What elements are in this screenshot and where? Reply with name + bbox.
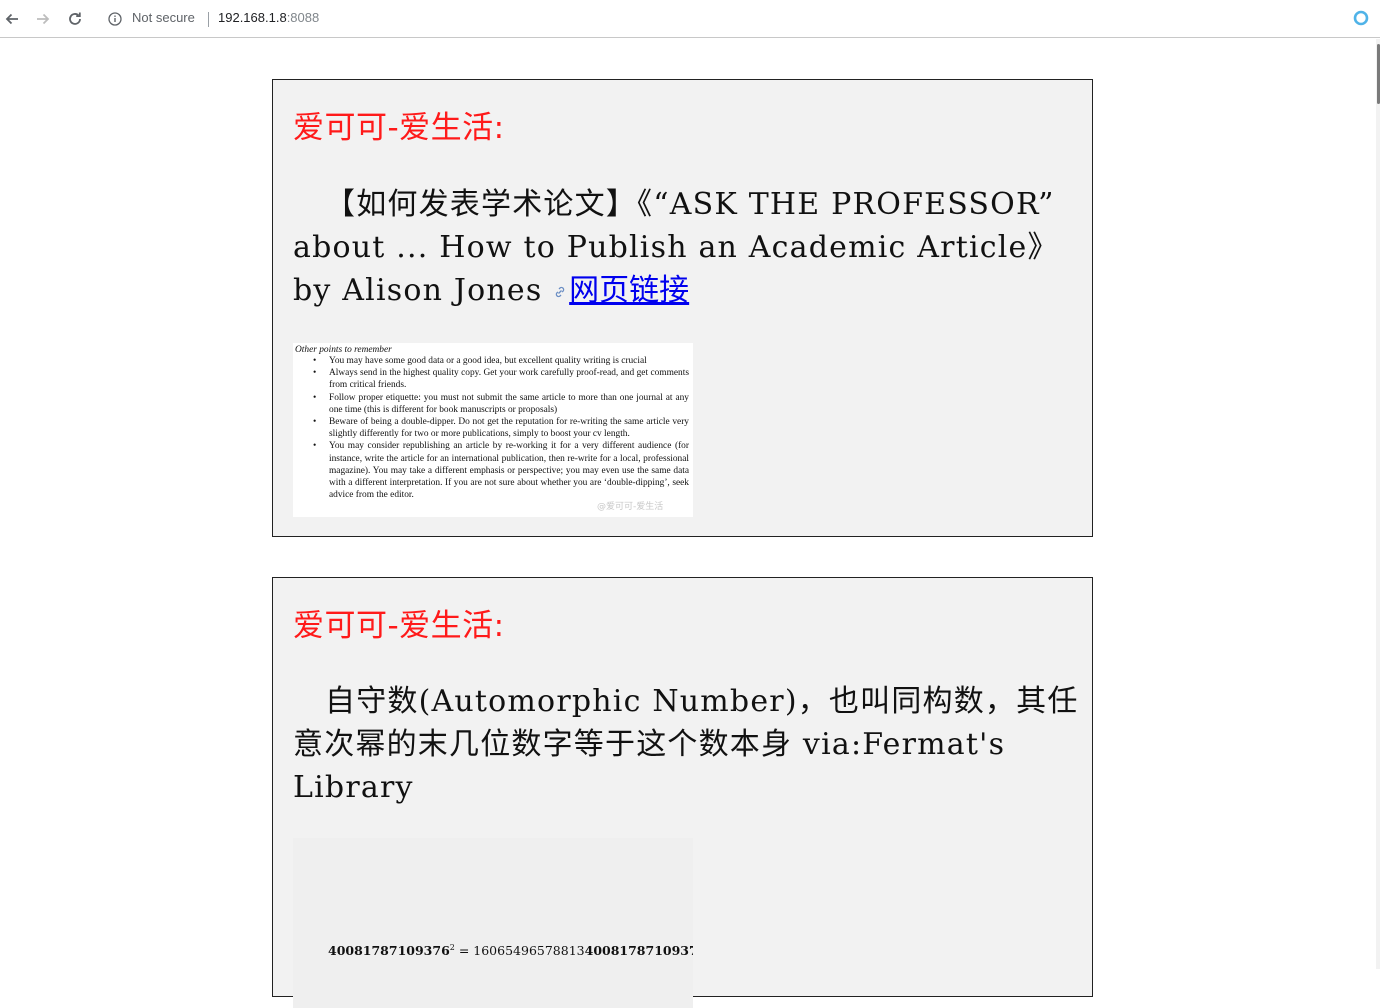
back-button[interactable] [2,9,22,29]
bullet-item: Beware of being a double-dipper. Do not … [313,416,689,440]
post-author: 爱可可-爱生活: [293,110,505,146]
image-watermark: @爱可可-爱生活 [597,502,664,512]
web-link[interactable]: 网页链接 [569,273,689,308]
url-host: 192.168.1.8 [218,10,287,25]
post-image[interactable]: Other points to remember You may have so… [293,343,693,517]
post-image[interactable]: 400817871093762 = 1606549657881340081787… [293,838,693,1008]
bullet-list: You may have some good data or a good id… [293,355,693,501]
bullet-item: You may consider republishing an article… [313,440,689,501]
info-icon[interactable] [108,12,122,26]
link-icon [555,286,565,298]
back-arrow-icon [5,13,18,25]
weibo-post-card: 爱可可-爱生活: 自守数(Automorphic Number)，也叫同构数，其… [272,577,1093,1008]
post-author: 爱可可-爱生活: [293,608,505,644]
post-text: 【如何发表学术论文】《“ASK THE PROFESSOR” about ...… [293,183,1083,312]
formula-result: = 16065496578813 [454,943,585,959]
forward-arrow-icon [37,13,50,25]
url-port: :8088 [286,10,320,25]
reload-icon [69,12,81,25]
omnibox-divider [208,12,209,27]
browser-toolbar: Not secure 192.168.1.8:8088 [0,0,1380,38]
reload-button[interactable] [65,9,85,29]
forward-button[interactable] [33,9,53,29]
bullet-item: You may have some good data or a good id… [313,355,689,367]
formula-tail: 40081787109376 [584,943,693,959]
bullet-item: Always send in the highest quality copy.… [313,367,689,391]
page-scrollbar-track[interactable] [1376,39,1380,969]
weibo-post-card: 爱可可-爱生活: 【如何发表学术论文】《“ASK THE PROFESSOR” … [272,79,1093,537]
security-label[interactable]: Not secure [132,10,195,25]
bullet-item: Follow proper etiquette: you must not su… [313,392,689,416]
url-text[interactable]: 192.168.1.8:8088 [218,10,319,25]
formula-base: 40081787109376 [328,943,450,959]
formula: 400817871093762 = 1606549657881340081787… [328,943,693,958]
post-text: 自守数(Automorphic Number)，也叫同构数，其任意次幂的末几位数… [293,684,1079,805]
address-bar[interactable]: Not secure 192.168.1.8:8088 [98,5,1342,33]
extension-icon[interactable] [1353,10,1369,26]
